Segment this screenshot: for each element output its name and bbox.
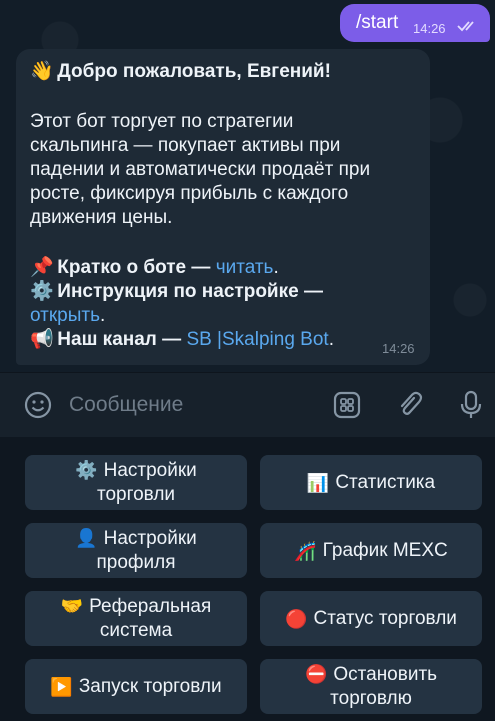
outgoing-message-time: 14:26 — [413, 21, 446, 36]
button-label: Статистика — [335, 471, 436, 493]
button-label: Остановить — [333, 664, 438, 685]
channel-label: Наш канал — — [57, 329, 182, 350]
gear-icon: ⚙️ — [30, 281, 54, 302]
button-label: Запуск торговли — [78, 675, 222, 697]
button-label: торговли — [96, 484, 176, 505]
about-label: Кратко о боте — — [57, 257, 211, 278]
smile-icon[interactable] — [22, 389, 54, 421]
paperclip-icon[interactable] — [394, 389, 426, 421]
greeting-text: Добро пожаловать, Евгений! — [57, 61, 331, 82]
incoming-message[interactable]: 👋 Добро пожаловать, Евгений! Этот бот то… — [16, 49, 430, 365]
microphone-icon[interactable] — [455, 389, 487, 421]
mexc-chart-button[interactable]: 🎢 График MEXC — [260, 523, 482, 578]
wave-hand-icon: 👋 — [30, 61, 54, 82]
referral-system-button[interactable]: 🤝 Реферальная система — [25, 591, 247, 646]
button-label: Настройки — [103, 528, 197, 549]
about-line: 📌 Кратко о боте — читать. — [30, 257, 279, 278]
button-label: система — [99, 620, 173, 641]
red-circle-icon: 🔴 — [285, 608, 308, 629]
gear-icon: ⚙️ — [75, 460, 98, 480]
button-label: Статус торговли — [313, 607, 457, 629]
button-label: Реферальная — [89, 596, 212, 617]
about-link[interactable]: читать — [216, 257, 274, 278]
start-trading-button[interactable]: ▶️ Запуск торговли — [25, 659, 247, 714]
pushpin-icon: 📌 — [30, 257, 54, 278]
greeting-line: 👋 Добро пожаловать, Евгений! — [30, 60, 331, 84]
body-line: Этот бот торгует по стратегии — [30, 111, 294, 132]
setup-link-line: открыть. — [30, 305, 106, 326]
user-icon: 👤 — [75, 528, 98, 548]
stop-icon: ⛔ — [304, 664, 328, 684]
bar-chart-icon: 📊 — [306, 472, 330, 493]
profile-settings-button[interactable]: 👤 Настройки профиля — [25, 523, 247, 578]
message-input-bar: Сообщение — [0, 372, 495, 437]
reply-keyboard: ⚙️ Настройки торговли 📊 Статистика 👤 Настро… — [0, 437, 495, 721]
button-label: торговлю — [330, 688, 412, 709]
double-check-icon — [457, 21, 474, 32]
trading-settings-button[interactable]: ⚙️ Настройки торговли — [25, 455, 247, 510]
button-label: Настройки — [103, 460, 197, 481]
outgoing-message[interactable]: /start 14:26 — [340, 4, 490, 42]
button-label: профиля — [96, 552, 176, 573]
statistics-button[interactable]: 📊 Статистика — [260, 455, 482, 510]
setup-label: Инструкция по настройке — — [57, 281, 323, 302]
megaphone-icon: 📢 — [30, 329, 54, 350]
sticker-icon[interactable] — [331, 389, 363, 421]
setup-link[interactable]: открыть — [30, 305, 100, 326]
chart-icon: 🎢 — [294, 540, 317, 561]
handshake-icon: 🤝 — [60, 596, 84, 616]
body-line: росте, фиксируя прибыль с каждого — [30, 183, 349, 204]
setup-line: ⚙️ Инструкция по настройке — — [30, 280, 323, 304]
channel-line: 📢 Наш канал — SB |Skalping Bot. — [30, 329, 334, 350]
play-icon: ▶️ — [50, 676, 73, 697]
message-input[interactable]: Сообщение — [69, 393, 183, 417]
body-line: падении и автоматически продаёт при — [30, 159, 371, 180]
channel-link[interactable]: SB |Skalping Bot — [186, 329, 328, 350]
outgoing-message-text: /start — [356, 12, 399, 33]
body-line: скальпинга — покупает активы при — [30, 135, 341, 156]
trading-status-button[interactable]: 🔴 Статус торговли — [260, 591, 482, 646]
incoming-message-time: 14:26 — [382, 341, 415, 356]
button-label: График MEXC — [322, 539, 448, 561]
stop-trading-button[interactable]: ⛔ Остановить торговлю — [260, 659, 482, 714]
body-line: движения цены. — [30, 207, 173, 228]
